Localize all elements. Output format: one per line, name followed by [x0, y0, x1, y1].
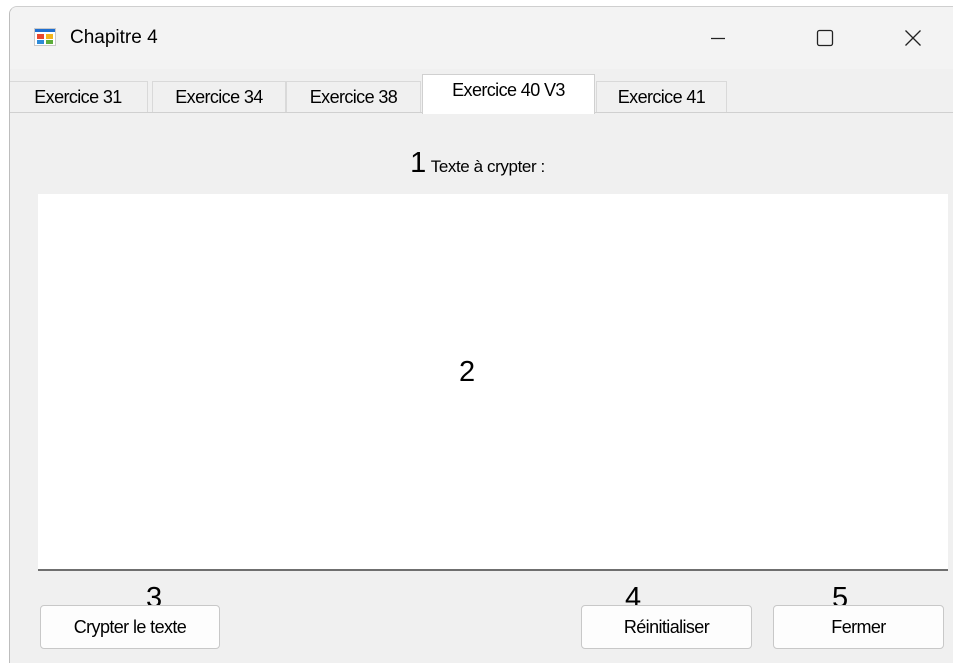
minimize-icon — [710, 30, 726, 46]
close-window-button[interactable] — [878, 7, 948, 69]
maximize-icon — [816, 29, 834, 47]
maximize-button[interactable] — [790, 7, 860, 69]
reset-button[interactable]: Réinitialiser — [581, 605, 752, 649]
tab-exercice-34[interactable]: Exercice 34 — [152, 81, 286, 113]
tab-exercice-38[interactable]: Exercice 38 — [286, 81, 421, 113]
tab-exercice-40-v3[interactable]: Exercice 40 V3 — [422, 74, 595, 114]
text-to-encrypt-label: Texte à crypter : — [430, 157, 546, 176]
close-button[interactable]: Fermer — [773, 605, 944, 649]
window-title: Chapitre 4 — [70, 27, 158, 48]
marker-1: 1 — [410, 147, 427, 179]
marker-2: 2 — [459, 356, 476, 388]
title-bar[interactable]: Chapitre 4 — [10, 7, 953, 69]
main-window: Chapitre 4 Exercice 31 Exercice 34 Exerc… — [9, 6, 953, 663]
tab-strip: Exercice 31 Exercice 34 Exercice 38 Exer… — [10, 74, 953, 114]
minimize-button[interactable] — [683, 7, 753, 69]
close-icon — [904, 29, 922, 47]
tab-exercice-41[interactable]: Exercice 41 — [596, 81, 727, 113]
encrypt-button[interactable]: Crypter le texte — [40, 605, 220, 649]
text-to-encrypt-textarea[interactable]: 2 — [38, 194, 948, 571]
windows-forms-app-icon — [34, 28, 56, 46]
input-label-row: 1 Texte à crypter : — [10, 149, 945, 178]
tab-exercice-31[interactable]: Exercice 31 — [10, 81, 148, 113]
tab-page-exercice-40-v3: 1 Texte à crypter : 2 3 4 5 Crypter le t… — [10, 112, 953, 663]
